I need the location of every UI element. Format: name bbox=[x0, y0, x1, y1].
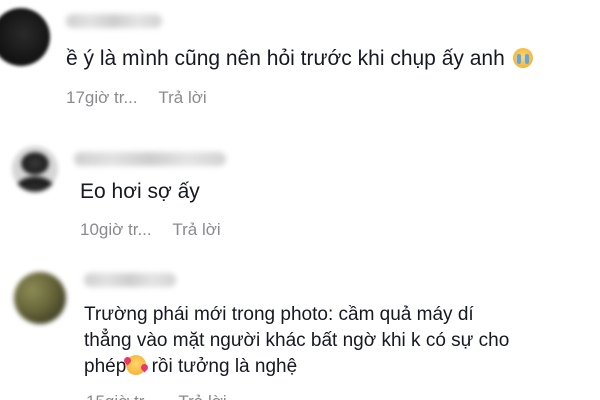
crying-face-emoji-icon bbox=[512, 48, 533, 68]
username-blurred[interactable] bbox=[74, 152, 226, 166]
comment-timestamp: 15giờ tr... bbox=[86, 392, 158, 400]
reply-button[interactable]: Trả lời bbox=[172, 220, 220, 240]
comment-meta: 17giờ tr... Trả lời bbox=[66, 88, 207, 108]
comment-text: Eo hơi sợ ấy bbox=[80, 178, 200, 205]
comment-thread: ề ý là mình cũng nên hỏi trước khi chụp … bbox=[0, 0, 600, 400]
comment-text-fragment: phép bbox=[84, 356, 127, 377]
comment-meta: 15giờ tr... Trả lời bbox=[86, 392, 227, 400]
reply-button[interactable]: Trả lời bbox=[158, 88, 206, 108]
username-blurred[interactable] bbox=[66, 14, 162, 28]
reply-button[interactable]: Trả lời bbox=[178, 392, 226, 400]
comment-text: Trường phái mới trong photo: cầm quả máy… bbox=[84, 302, 596, 380]
comment-text-fragment: rồi tưởng là nghệ bbox=[151, 356, 298, 377]
comment-text-content: ề ý là mình cũng nên hỏi trước khi chụp … bbox=[66, 47, 505, 70]
comment-text: ề ý là mình cũng nên hỏi trước khi chụp … bbox=[66, 45, 533, 72]
comment-timestamp: 10giờ tr... bbox=[80, 220, 152, 239]
avatar[interactable] bbox=[0, 8, 50, 66]
comment-text-content: Eo hơi sợ ấy bbox=[80, 180, 200, 203]
username-blurred[interactable] bbox=[84, 273, 176, 287]
comment-text-line: thẳng vào mặt người khác bất ngờ khi k c… bbox=[84, 330, 510, 351]
comment-text-line: phép rồi tưởng là nghệ bbox=[84, 354, 596, 380]
smiling-face-with-hearts-emoji-icon bbox=[126, 355, 147, 375]
comment-timestamp: 17giờ tr... bbox=[66, 88, 138, 107]
comment-meta: 10giờ tr... Trả lời bbox=[80, 220, 221, 240]
comment-text-line: Trường phái mới trong photo: cầm quả máy… bbox=[84, 304, 474, 325]
avatar[interactable] bbox=[14, 272, 66, 324]
avatar[interactable] bbox=[12, 146, 58, 192]
